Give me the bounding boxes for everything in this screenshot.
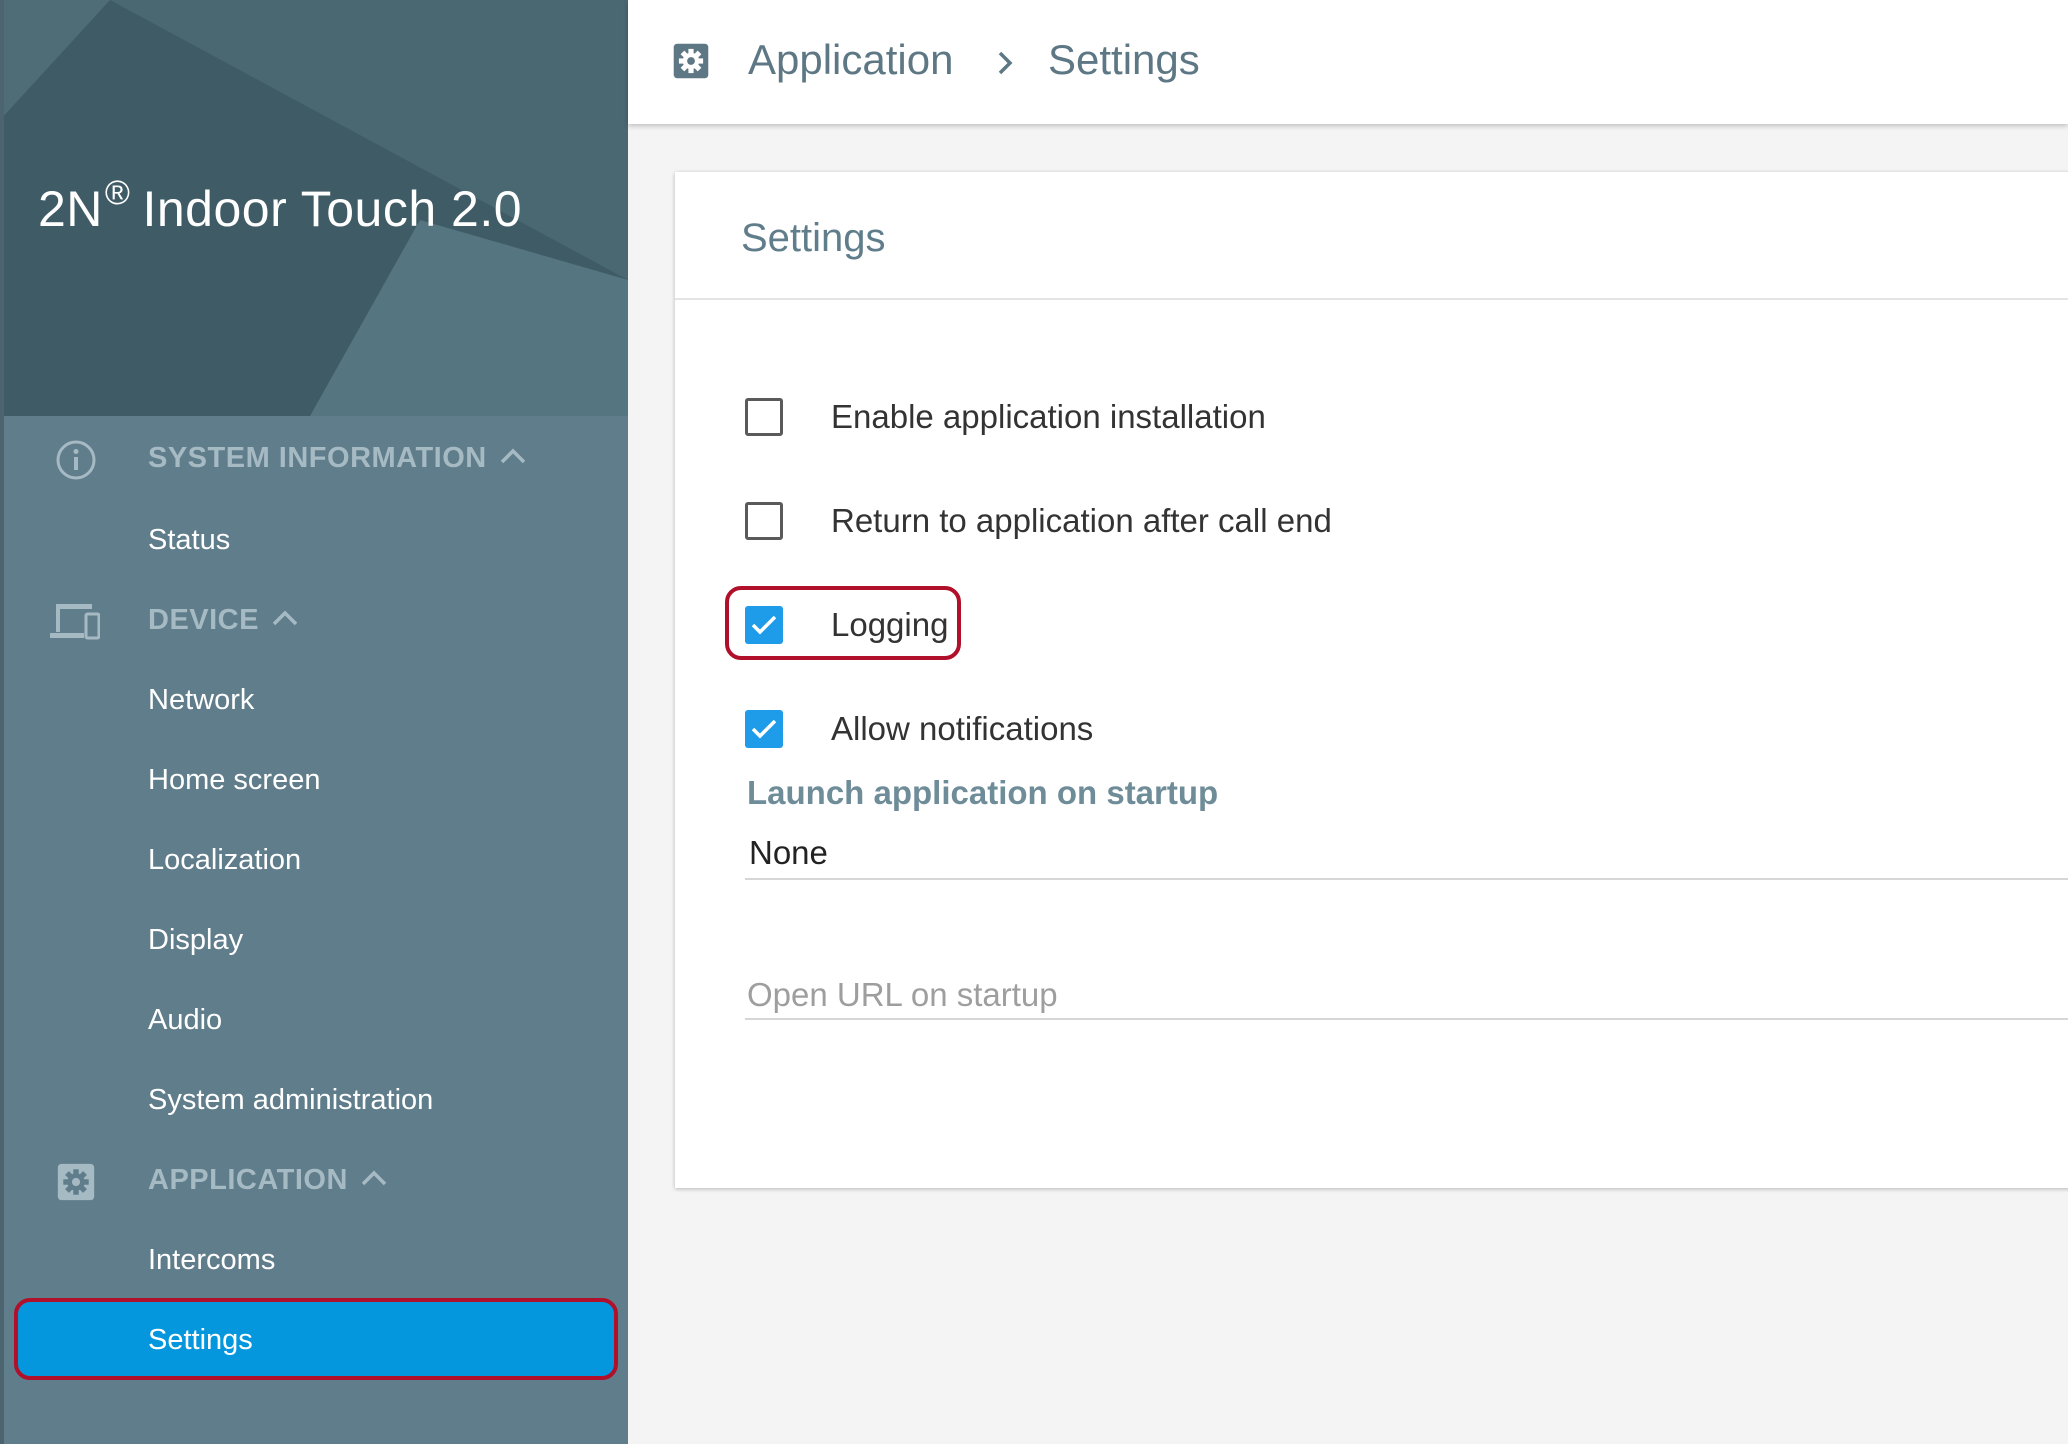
product-title: 2N® Indoor Touch 2.0: [38, 174, 523, 237]
option-label: Logging: [831, 606, 949, 643]
gear-icon: [673, 43, 709, 79]
chevron-up-icon: [361, 1170, 387, 1186]
sidebar-item-settings[interactable]: Settings: [14, 1298, 618, 1380]
section-label: SYSTEM INFORMATION: [148, 442, 527, 475]
sidebar-item-network[interactable]: Network: [0, 670, 628, 730]
section-system-information[interactable]: SYSTEM INFORMATION: [0, 428, 628, 488]
url-input-underline: [745, 1018, 2068, 1020]
sidebar-item-display[interactable]: Display: [0, 910, 628, 970]
info-icon: [56, 440, 96, 480]
breadcrumb-settings: Settings: [1048, 36, 1200, 83]
open-url-input[interactable]: [745, 968, 2068, 1022]
sidebar-item-audio[interactable]: Audio: [0, 990, 628, 1050]
launch-application-label: Launch application on startup: [747, 774, 1219, 811]
checkbox-return-to-application[interactable]: [745, 502, 783, 540]
sidebar-item-system-administration[interactable]: System administration: [0, 1070, 628, 1130]
sidebar-item-status[interactable]: Status: [0, 510, 628, 570]
card-title: Settings: [741, 216, 886, 260]
brand-panel: 2N® Indoor Touch 2.0: [0, 0, 628, 416]
check-icon: [751, 615, 777, 635]
chevron-right-icon: [998, 51, 1013, 75]
launch-select-underline: [745, 878, 2068, 880]
sidebar: 2N® Indoor Touch 2.0 SYSTEM INFORMATION S…: [0, 0, 628, 1444]
chevron-up-icon: [272, 610, 298, 626]
launch-application-select[interactable]: None: [749, 834, 828, 872]
section-label: APPLICATION: [148, 1164, 388, 1197]
option-label: Allow notifications: [831, 710, 1094, 747]
sidebar-item-home-screen[interactable]: Home screen: [0, 750, 628, 810]
checkbox-logging[interactable]: [745, 606, 783, 644]
top-bar: Application Settings: [628, 0, 2068, 124]
devices-icon: [50, 604, 100, 640]
section-application[interactable]: APPLICATION: [0, 1150, 628, 1210]
sidebar-item-intercoms[interactable]: Intercoms: [0, 1230, 628, 1290]
checkbox-enable-application-installation[interactable]: [745, 398, 783, 436]
section-device[interactable]: DEVICE: [0, 590, 628, 650]
option-label: Return to application after call end: [831, 502, 1332, 539]
card-header: Settings: [675, 172, 2068, 300]
settings-card: Settings Enable application installation…: [675, 172, 2068, 1188]
chevron-up-icon: [500, 448, 525, 464]
section-label: DEVICE: [148, 604, 299, 637]
checkbox-allow-notifications[interactable]: [745, 710, 783, 748]
check-icon: [751, 719, 777, 739]
option-label: Enable application installation: [831, 398, 1266, 435]
sidebar-item-localization[interactable]: Localization: [0, 830, 628, 890]
breadcrumb-application[interactable]: Application: [748, 36, 953, 84]
gear-icon: [57, 1163, 95, 1201]
